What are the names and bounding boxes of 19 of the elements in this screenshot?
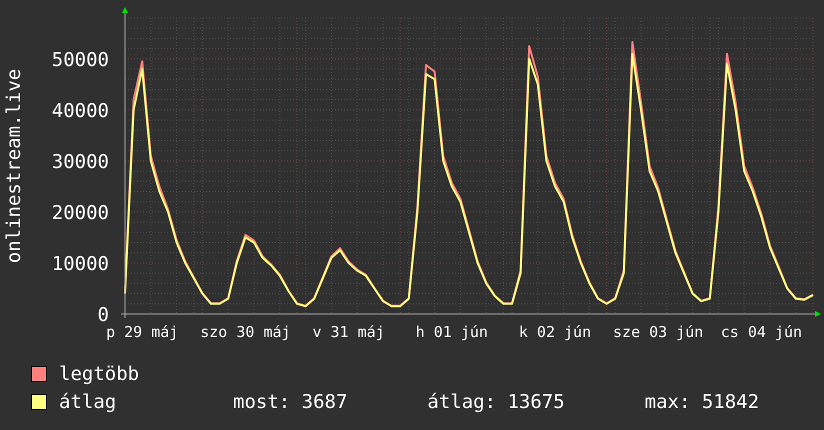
y-tick-label: 30000 [52,150,109,173]
stat-text: átlag: 13675 [427,390,565,412]
x-tick-label: p 29 máj [106,323,178,341]
y-tick-label: 50000 [52,48,109,71]
stat-text: max: 51842 [644,390,760,412]
x-tick-label: sze 03 jún [613,323,704,341]
y-tick-label: 0 [98,304,109,326]
x-tick-label: szo 30 máj [200,323,291,341]
y-tick-label: 20000 [52,202,109,224]
x-tick-label: cs 04 jún [720,323,802,341]
y-tick-label: 10000 [52,252,109,275]
x-tick-label: h 01 jún [416,323,488,341]
stat-text: most: 3687 [233,390,348,412]
legend-label: legtöbb [59,362,140,384]
y-axis-title: onlinestream.live [3,68,25,264]
legend-label: átlag [59,390,118,412]
x-tick-label: k 02 jún [518,323,592,341]
y-tick-label: 40000 [52,100,109,122]
x-tick-label: v 31 máj [312,323,385,341]
